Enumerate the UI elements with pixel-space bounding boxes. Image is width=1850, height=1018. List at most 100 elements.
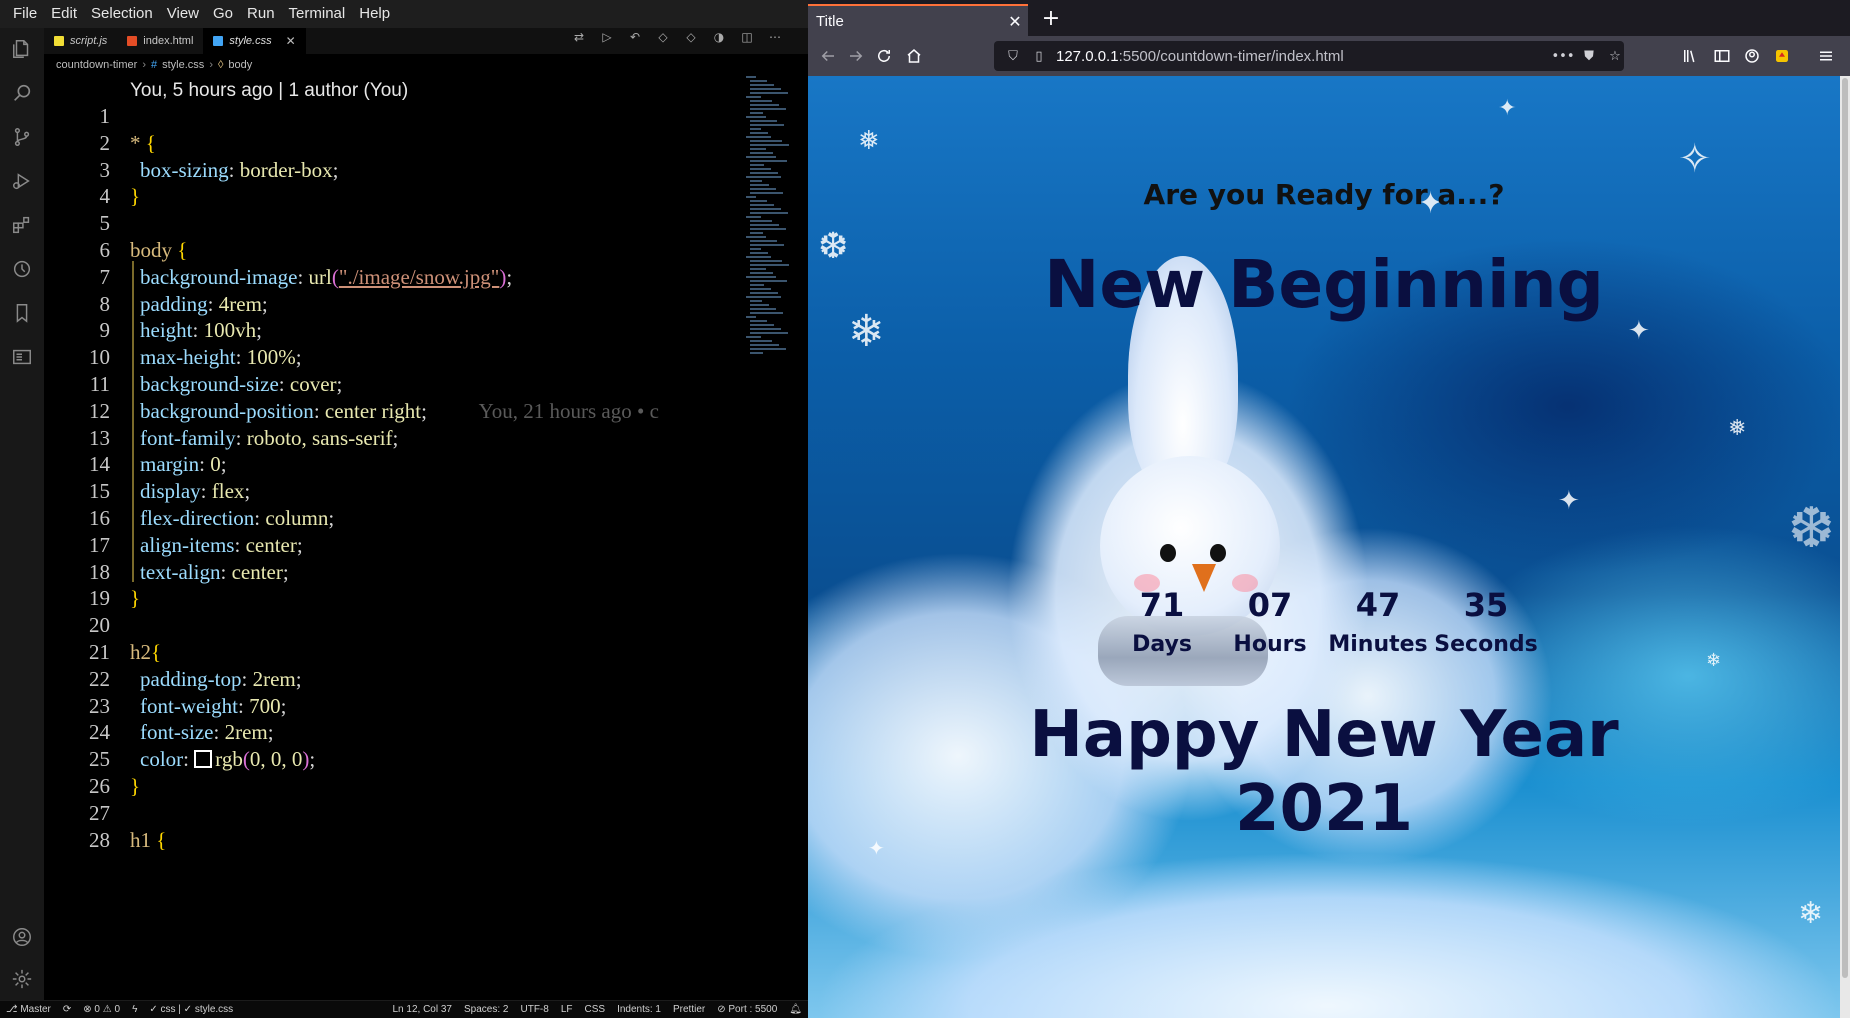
- menu-run[interactable]: Run: [240, 0, 282, 28]
- eol-status[interactable]: LF: [555, 1004, 579, 1015]
- code-token: ;: [244, 479, 251, 504]
- minimap-line: [750, 260, 782, 262]
- code-token: max-height: [140, 345, 236, 370]
- menu-selection[interactable]: Selection: [84, 0, 160, 28]
- code-token: :: [192, 318, 204, 343]
- minimap-line: [750, 120, 777, 122]
- minimap-line: [750, 232, 763, 234]
- explorer-icon[interactable]: [11, 38, 33, 60]
- code-token: }: [130, 774, 141, 798]
- library-icon[interactable]: [1678, 44, 1702, 68]
- run-debug-icon[interactable]: [11, 170, 33, 192]
- problems-status[interactable]: ⊗ 0 ⚠ 0: [77, 1004, 126, 1015]
- sync-icon[interactable]: ⟳: [57, 1004, 77, 1015]
- blame-toggle-icon[interactable]: ◑: [712, 30, 726, 44]
- minimap-line: [750, 332, 788, 334]
- minimap-line: [750, 252, 768, 254]
- menu-go[interactable]: Go: [206, 0, 240, 28]
- git-history-icon[interactable]: [11, 258, 33, 280]
- compare-icon[interactable]: ⇄: [572, 30, 586, 44]
- prettier-status[interactable]: Prettier: [667, 1004, 711, 1015]
- language-mode[interactable]: CSS: [579, 1004, 612, 1015]
- account-icon[interactable]: [1740, 44, 1764, 68]
- code-token: (: [331, 264, 339, 289]
- menu-terminal[interactable]: Terminal: [282, 0, 353, 28]
- page-info-icon[interactable]: ▯: [1030, 47, 1048, 65]
- breadcrumb-folder[interactable]: countdown-timer: [56, 59, 137, 71]
- minimap-line: [750, 292, 778, 294]
- menu-file[interactable]: File: [6, 0, 44, 28]
- url-bar[interactable]: ⛉ ▯ 127.0.0.1:5500/countdown-timer/index…: [994, 41, 1624, 71]
- minutes-value: 47: [1355, 586, 1401, 624]
- notifications-bell-icon[interactable]: 🔔︎: [783, 1004, 808, 1015]
- branch-name: Master: [20, 1004, 51, 1015]
- indent-info[interactable]: Indents: 1: [611, 1004, 667, 1015]
- branch-status[interactable]: ⎇ Master: [0, 1004, 57, 1015]
- code-token: rgb: [215, 747, 243, 772]
- menu-help[interactable]: Help: [352, 0, 397, 28]
- bookmark-star-icon[interactable]: ☆: [1606, 47, 1624, 65]
- js-file-icon: [54, 36, 64, 46]
- page-scrollbar[interactable]: [1840, 76, 1850, 1018]
- code-token: ;: [267, 720, 274, 745]
- breadcrumb-file[interactable]: style.css: [162, 59, 204, 71]
- search-icon[interactable]: [11, 82, 33, 104]
- url-text[interactable]: 127.0.0.1:5500/countdown-timer/index.htm…: [1056, 48, 1546, 65]
- previous-change-icon[interactable]: ◇: [656, 30, 670, 44]
- close-tab-icon[interactable]: ✕: [286, 34, 296, 48]
- snowflake-icon: ❅: [1728, 416, 1747, 441]
- minimap-line: [750, 244, 784, 246]
- lightning-icon[interactable]: ϟ: [126, 1004, 143, 1015]
- menu-view[interactable]: View: [160, 0, 206, 28]
- minimap-line: [750, 352, 763, 354]
- live-server-port[interactable]: ⊘ Port : 5500: [711, 1004, 783, 1015]
- cursor-position[interactable]: Ln 12, Col 37: [387, 1004, 459, 1015]
- go-back-icon[interactable]: ↶: [628, 30, 642, 44]
- back-arrow-icon[interactable]: [816, 44, 840, 68]
- minimap-line: [750, 112, 763, 114]
- settings-gear-icon[interactable]: [11, 968, 33, 990]
- split-editor-icon[interactable]: ◫: [740, 30, 754, 44]
- sidebar-icon[interactable]: [1710, 44, 1734, 68]
- extensions-icon[interactable]: [11, 214, 33, 236]
- browser-tab[interactable]: Title ✕: [808, 4, 1028, 36]
- code-token: body: [130, 238, 178, 262]
- home-icon[interactable]: [902, 44, 926, 68]
- more-actions-icon[interactable]: ⋯: [768, 30, 782, 44]
- forward-arrow-icon[interactable]: [844, 44, 868, 68]
- reload-icon[interactable]: [872, 44, 896, 68]
- page-actions-icon[interactable]: •••: [1552, 47, 1575, 65]
- codelens-blame[interactable]: You, 5 hours ago | 1 author (You): [130, 80, 408, 102]
- code-token: url: [308, 264, 332, 289]
- code-line[interactable]: 28 h1 {: [44, 824, 744, 856]
- code-token: *: [130, 130, 146, 155]
- minimap-line: [750, 84, 774, 86]
- source-control-icon[interactable]: [11, 126, 33, 148]
- hamburger-menu-icon[interactable]: [1814, 44, 1838, 68]
- menu-edit[interactable]: Edit: [44, 0, 84, 28]
- new-tab-plus-icon[interactable]: +: [1036, 4, 1066, 34]
- account-icon[interactable]: [11, 926, 33, 948]
- tagline-heading: Are you Ready for a...?: [1143, 178, 1505, 211]
- close-tab-icon[interactable]: ✕: [1002, 12, 1028, 31]
- run-icon[interactable]: ▷: [600, 30, 614, 44]
- tab-style-css[interactable]: style.css ✕: [203, 28, 306, 54]
- minimap-line: [746, 316, 756, 318]
- indentation-status[interactable]: Spaces: 2: [458, 1004, 514, 1015]
- encoding-status[interactable]: UTF-8: [514, 1004, 554, 1015]
- code-token: ;: [392, 425, 399, 450]
- tab-script-js[interactable]: script.js: [44, 28, 117, 54]
- tab-index-html[interactable]: index.html: [117, 28, 203, 54]
- next-change-icon[interactable]: ◇: [684, 30, 698, 44]
- scrollbar-thumb[interactable]: [1842, 78, 1848, 978]
- minimap[interactable]: [746, 76, 806, 366]
- code-token: display: [140, 479, 201, 504]
- breadcrumb-symbol[interactable]: body: [228, 59, 252, 71]
- language-check-status[interactable]: ✓ css | ✓ style.css: [143, 1004, 239, 1015]
- bookmark-icon[interactable]: [11, 302, 33, 324]
- extension-icon[interactable]: [1770, 44, 1794, 68]
- tracking-shield-icon[interactable]: ⛉: [1004, 47, 1022, 65]
- code-token: :: [313, 398, 325, 423]
- live-preview-icon[interactable]: [11, 346, 33, 368]
- pocket-icon[interactable]: ⛊: [1580, 47, 1598, 65]
